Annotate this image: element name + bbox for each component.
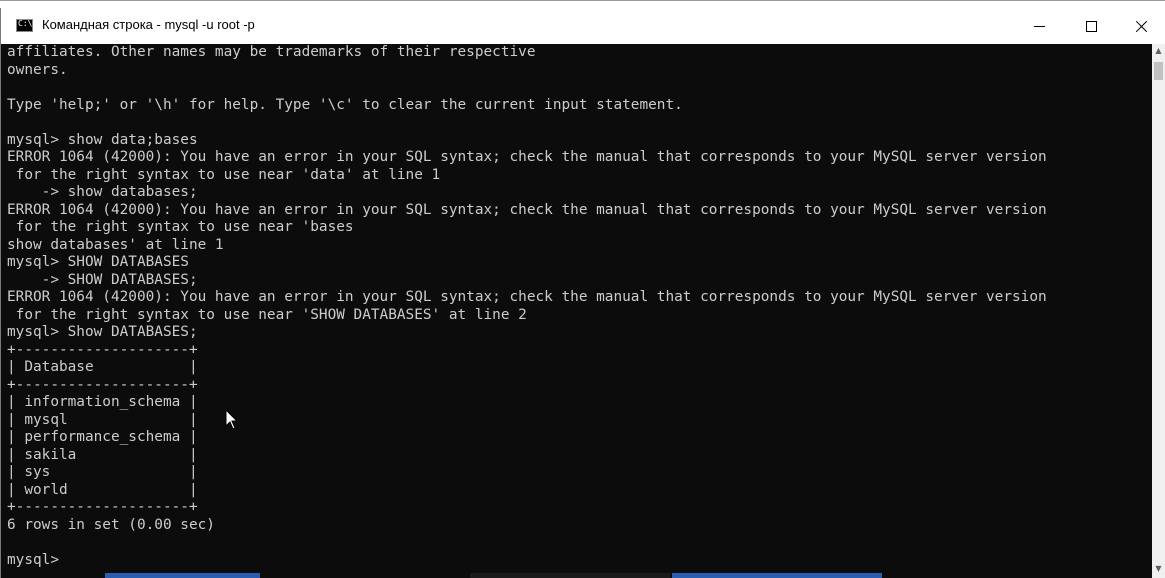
scroll-down-arrow-icon[interactable]: ▼ [1152,562,1165,576]
taskbar-strip [470,573,670,578]
console-window: C:\ Командная строка - mysql -u root -p … [0,0,1165,578]
minimize-icon [1033,25,1045,27]
console-app-icon-glyph: C:\ [18,19,33,28]
maximize-icon [1085,20,1097,32]
vertical-scrollbar[interactable]: ▲ ▼ [1152,44,1165,578]
scrollbar-thumb[interactable] [1154,62,1163,80]
taskbar-strip [672,573,882,578]
console-text: affiliates. Other names may be trademark… [7,44,1047,568]
minimize-button[interactable] [1013,8,1065,44]
close-icon [1135,20,1148,33]
window-title: Командная строка - mysql -u root -p [42,17,255,32]
maximize-button[interactable] [1065,8,1117,44]
mouse-pointer-icon [225,409,239,430]
scroll-up-arrow-icon[interactable]: ▲ [1152,44,1165,58]
taskbar-strip [105,573,260,578]
console-app-icon[interactable]: C:\ [16,19,33,32]
console-output-area[interactable]: affiliates. Other names may be trademark… [0,44,1152,578]
close-button[interactable] [1117,8,1165,44]
title-bar[interactable]: C:\ Командная строка - mysql -u root -p [0,8,1165,44]
